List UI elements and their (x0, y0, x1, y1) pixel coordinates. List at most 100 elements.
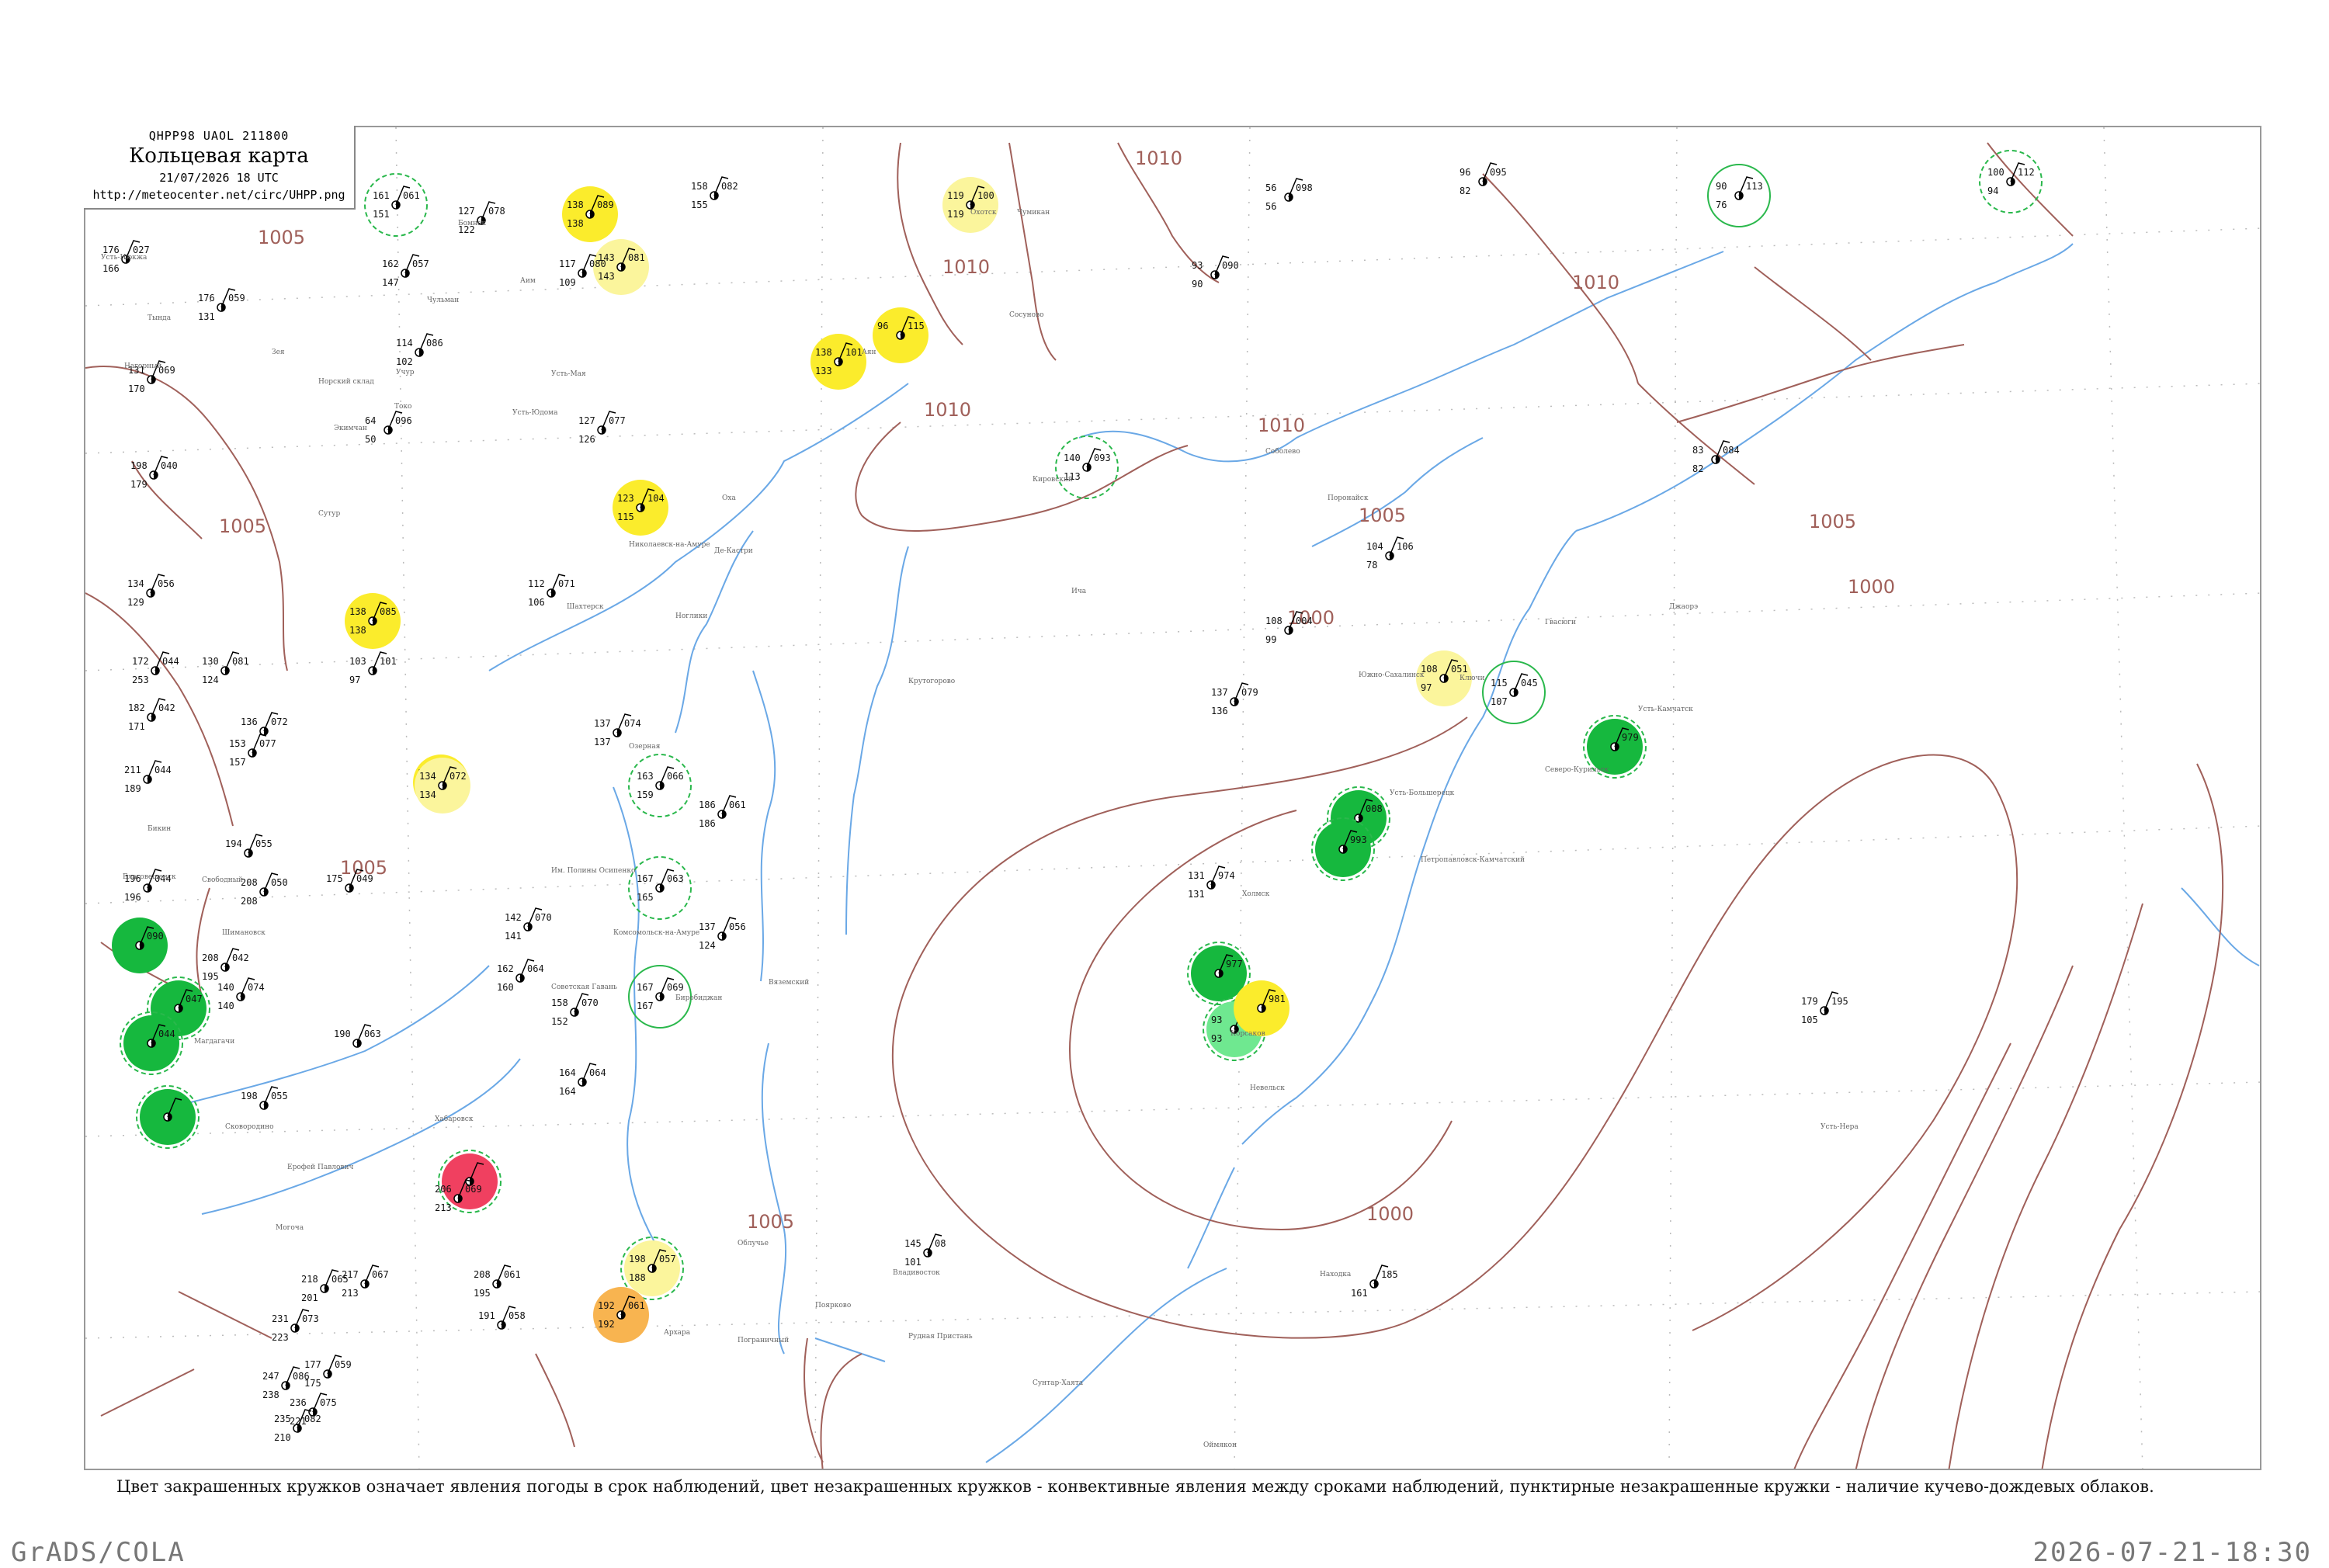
station-plot[interactable]: 140 074 140 (217, 977, 265, 1011)
place-name-label: Токо (394, 403, 411, 411)
station-plot[interactable]: 136 072 (241, 712, 288, 736)
station-plot[interactable]: 83 084 82 (1692, 440, 1740, 474)
place-name-label: Ича (1071, 588, 1087, 595)
station-dewpoint: 115 (617, 512, 634, 522)
station-plot[interactable]: 176 059 131 (198, 288, 245, 322)
station-plot[interactable]: 211 044 189 (124, 760, 172, 794)
station-plot[interactable]: 130 081 124 (202, 651, 249, 685)
station-dewpoint: 140 (217, 1001, 234, 1011)
station-plot[interactable]: 164 064 164 (559, 1063, 606, 1097)
station-plot[interactable]: 96 115 (873, 307, 928, 363)
map-url[interactable]: http://meteocenter.net/circ/UHPP.png (84, 188, 354, 202)
station-plot[interactable]: 162 057 147 (382, 254, 429, 288)
station-plot[interactable]: 190 063 (334, 1024, 381, 1048)
station-temperature: 123 (617, 493, 634, 504)
station-pressure: 113 (1746, 181, 1763, 192)
station-plot[interactable]: 90 113 76 (1707, 164, 1771, 227)
station-plot[interactable]: 93 090 90 (1192, 255, 1239, 290)
station-plot[interactable]: 177 059175 (304, 1355, 352, 1389)
station-plot[interactable]: 158 082 155 (691, 176, 738, 210)
station-plot[interactable]: 162 064 160 (497, 959, 544, 993)
station-plot[interactable]: 127 077 126 (578, 411, 626, 445)
station-pressure: 045 (1521, 678, 1538, 689)
station-plot[interactable]: 208 050 208 (241, 872, 288, 907)
station-plot[interactable]: 194 055 (225, 834, 272, 858)
station-plot[interactable]: 186 061 186 (699, 795, 746, 829)
station-plot[interactable]: 131 974 131 (1188, 866, 1235, 900)
station-plot[interactable]: 198 055 (241, 1086, 288, 1110)
station-plot[interactable]: 100 112 94 (1979, 150, 2043, 213)
station-dewpoint: 107 (1491, 696, 1508, 707)
weather-map[interactable]: 1010 1010 1010 1010 1010 1005 1005 1005 … (85, 127, 2261, 1470)
station-plot[interactable]: 138 085 138 (345, 593, 401, 649)
station-plot[interactable]: 142 070 141 (505, 907, 552, 942)
footer-software: GrADS/COLA (11, 1537, 186, 1568)
station-pressure: 096 (395, 415, 412, 426)
svg-text:1000: 1000 (1366, 1203, 1414, 1225)
station-plot[interactable]: 182 042 171 (128, 698, 175, 732)
station-plot[interactable]: 138 101 133 (810, 334, 866, 390)
station-dewpoint: 195 (202, 971, 219, 982)
place-name-label: Аян (862, 349, 876, 356)
station-pressure: 079 (1241, 687, 1258, 698)
station-plot[interactable]: 123 104 115 (613, 480, 668, 536)
station-plot[interactable]: 137 079 136 (1211, 682, 1258, 716)
station-plot[interactable]: 231 073 223 (272, 1309, 319, 1343)
svg-text:1010: 1010 (1135, 147, 1182, 169)
station-temperature: 172 (132, 656, 149, 667)
station-plot[interactable]: 64 09650 (365, 411, 412, 445)
place-name-label: Чумикан (1017, 209, 1050, 217)
station-plot[interactable]: 090 (112, 918, 168, 973)
station-plot[interactable]: 103 101 97 (349, 651, 397, 685)
station-plot[interactable]: 208 061 195 (474, 1264, 521, 1299)
station-plot[interactable]: 981 (1234, 980, 1289, 1036)
station-plot[interactable]: 153 077 157 (229, 734, 276, 768)
station-plot[interactable]: 138 089 138 (562, 186, 618, 242)
station-temperature: 117 (559, 258, 576, 269)
station-plot[interactable]: 158 070 152 (551, 993, 599, 1027)
station-pressure: 195 (1831, 996, 1848, 1007)
station-plot[interactable]: 172 044 253 (132, 651, 179, 685)
station-plot[interactable]: 163 066 159 (628, 754, 692, 817)
svg-text:1005: 1005 (219, 515, 266, 537)
station-plot[interactable]: 134 072 134 (415, 758, 470, 813)
station-plot[interactable]: 56 098 56 (1265, 178, 1313, 212)
station-plot[interactable]: 208 042 195 (202, 948, 249, 982)
station-plot[interactable]: 247 086 238 (262, 1366, 310, 1400)
station-dewpoint: 208 (241, 896, 258, 907)
place-name-label: Сковородино (225, 1123, 274, 1131)
station-dewpoint: 196 (124, 892, 141, 903)
station-plot[interactable]: 192 061 192 (593, 1287, 649, 1343)
station-plot[interactable]: 217 067213 (342, 1264, 389, 1299)
station-temperature: 177 (304, 1359, 321, 1370)
station-dewpoint: 78 (1366, 560, 1377, 571)
station-plot[interactable]: 185 161 (1351, 1264, 1398, 1299)
place-name-label: Джаорэ (1669, 603, 1698, 611)
station-plot[interactable]: 114 086 102 (396, 333, 443, 367)
station-plot[interactable] (136, 1085, 200, 1149)
station-plot[interactable]: 161 061 151 (364, 173, 428, 237)
svg-text:1000: 1000 (1848, 576, 1895, 598)
station-plot[interactable]: 191 058 (478, 1306, 526, 1330)
station-plot[interactable]: 115 045 107 (1482, 661, 1546, 724)
station-plot[interactable]: 119 100 119 (942, 177, 998, 233)
station-plot[interactable]: 145 08 101 (904, 1233, 946, 1268)
station-pressure: 047 (186, 994, 203, 1004)
station-pressure: 059 (335, 1359, 352, 1370)
station-plot[interactable]: 235 082 210 (274, 1409, 321, 1443)
station-dewpoint: 90 (1192, 279, 1203, 290)
station-plot[interactable]: 134 056 129 (127, 574, 175, 608)
station-temperature: 208 (241, 877, 258, 888)
place-name-label: Петропавловск-Камчатский (1421, 856, 1525, 864)
station-plot[interactable]: 179 195 105 (1801, 991, 1848, 1025)
station-plot[interactable]: 137 056 124 (699, 917, 746, 951)
place-name-label: Нагорный (124, 363, 161, 370)
station-temperature: 114 (396, 338, 413, 349)
station-temperature: 131 (1188, 870, 1205, 881)
place-name-label: Крутогорово (908, 678, 955, 685)
station-dewpoint: 213 (342, 1288, 359, 1299)
station-plot[interactable]: 140 093113 (1055, 435, 1119, 499)
station-plot[interactable]: 127 078122 (458, 201, 505, 235)
station-plot[interactable]: 104 106 78 (1366, 536, 1414, 571)
station-plot[interactable]: 198 040 179 (130, 456, 178, 490)
